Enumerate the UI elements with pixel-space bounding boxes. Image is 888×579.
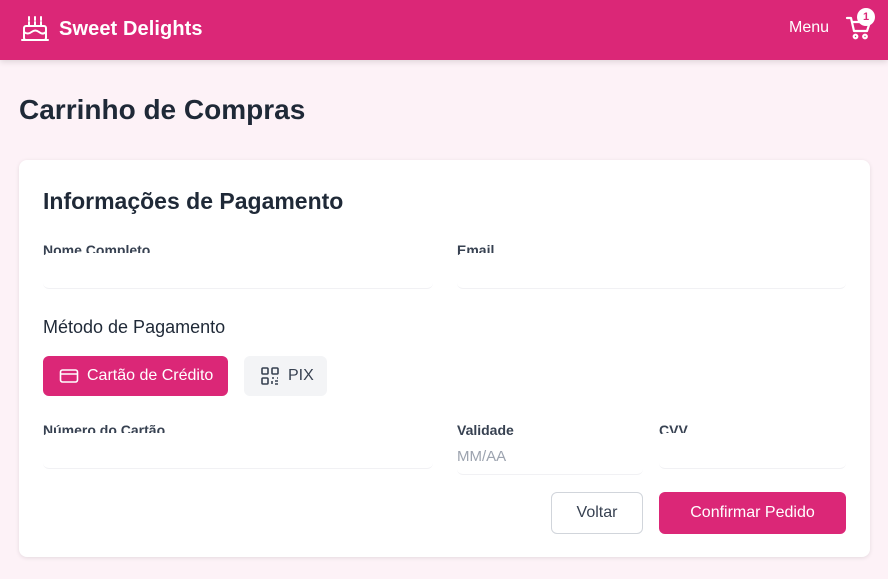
full-name-input[interactable] — [43, 253, 433, 289]
confirm-order-button[interactable]: Confirmar Pedido — [659, 492, 846, 534]
pix-method-button[interactable]: PIX — [244, 356, 327, 396]
credit-card-icon — [59, 366, 79, 386]
brand-name: Sweet Delights — [59, 17, 203, 40]
card-number-input[interactable] — [43, 433, 433, 469]
payment-method-title: Método de Pagamento — [43, 317, 226, 337]
cake-icon — [20, 14, 50, 44]
cart-count-badge: 1 — [857, 8, 875, 26]
payment-card: Informações de Pagamento Nome Completo E… — [19, 160, 870, 557]
email-input[interactable] — [457, 253, 846, 289]
qr-code-icon — [260, 366, 280, 386]
expiry-input[interactable] — [457, 439, 643, 475]
cvv-input[interactable] — [659, 433, 846, 469]
menu-link[interactable]: Menu — [789, 19, 829, 37]
page-title: Carrinho de Compras — [19, 94, 306, 125]
pix-method-label: PIX — [288, 367, 314, 384]
brand-logo-link[interactable]: Sweet Delights — [20, 14, 203, 44]
credit-card-method-button[interactable]: Cartão de Crédito — [43, 356, 228, 396]
back-button[interactable]: Voltar — [551, 492, 643, 534]
payment-section-title: Informações de Pagamento — [43, 188, 344, 214]
credit-card-method-label: Cartão de Crédito — [87, 367, 214, 384]
top-navbar: Sweet Delights Menu 1 — [0, 0, 888, 60]
expiry-label: Validade — [457, 422, 514, 438]
